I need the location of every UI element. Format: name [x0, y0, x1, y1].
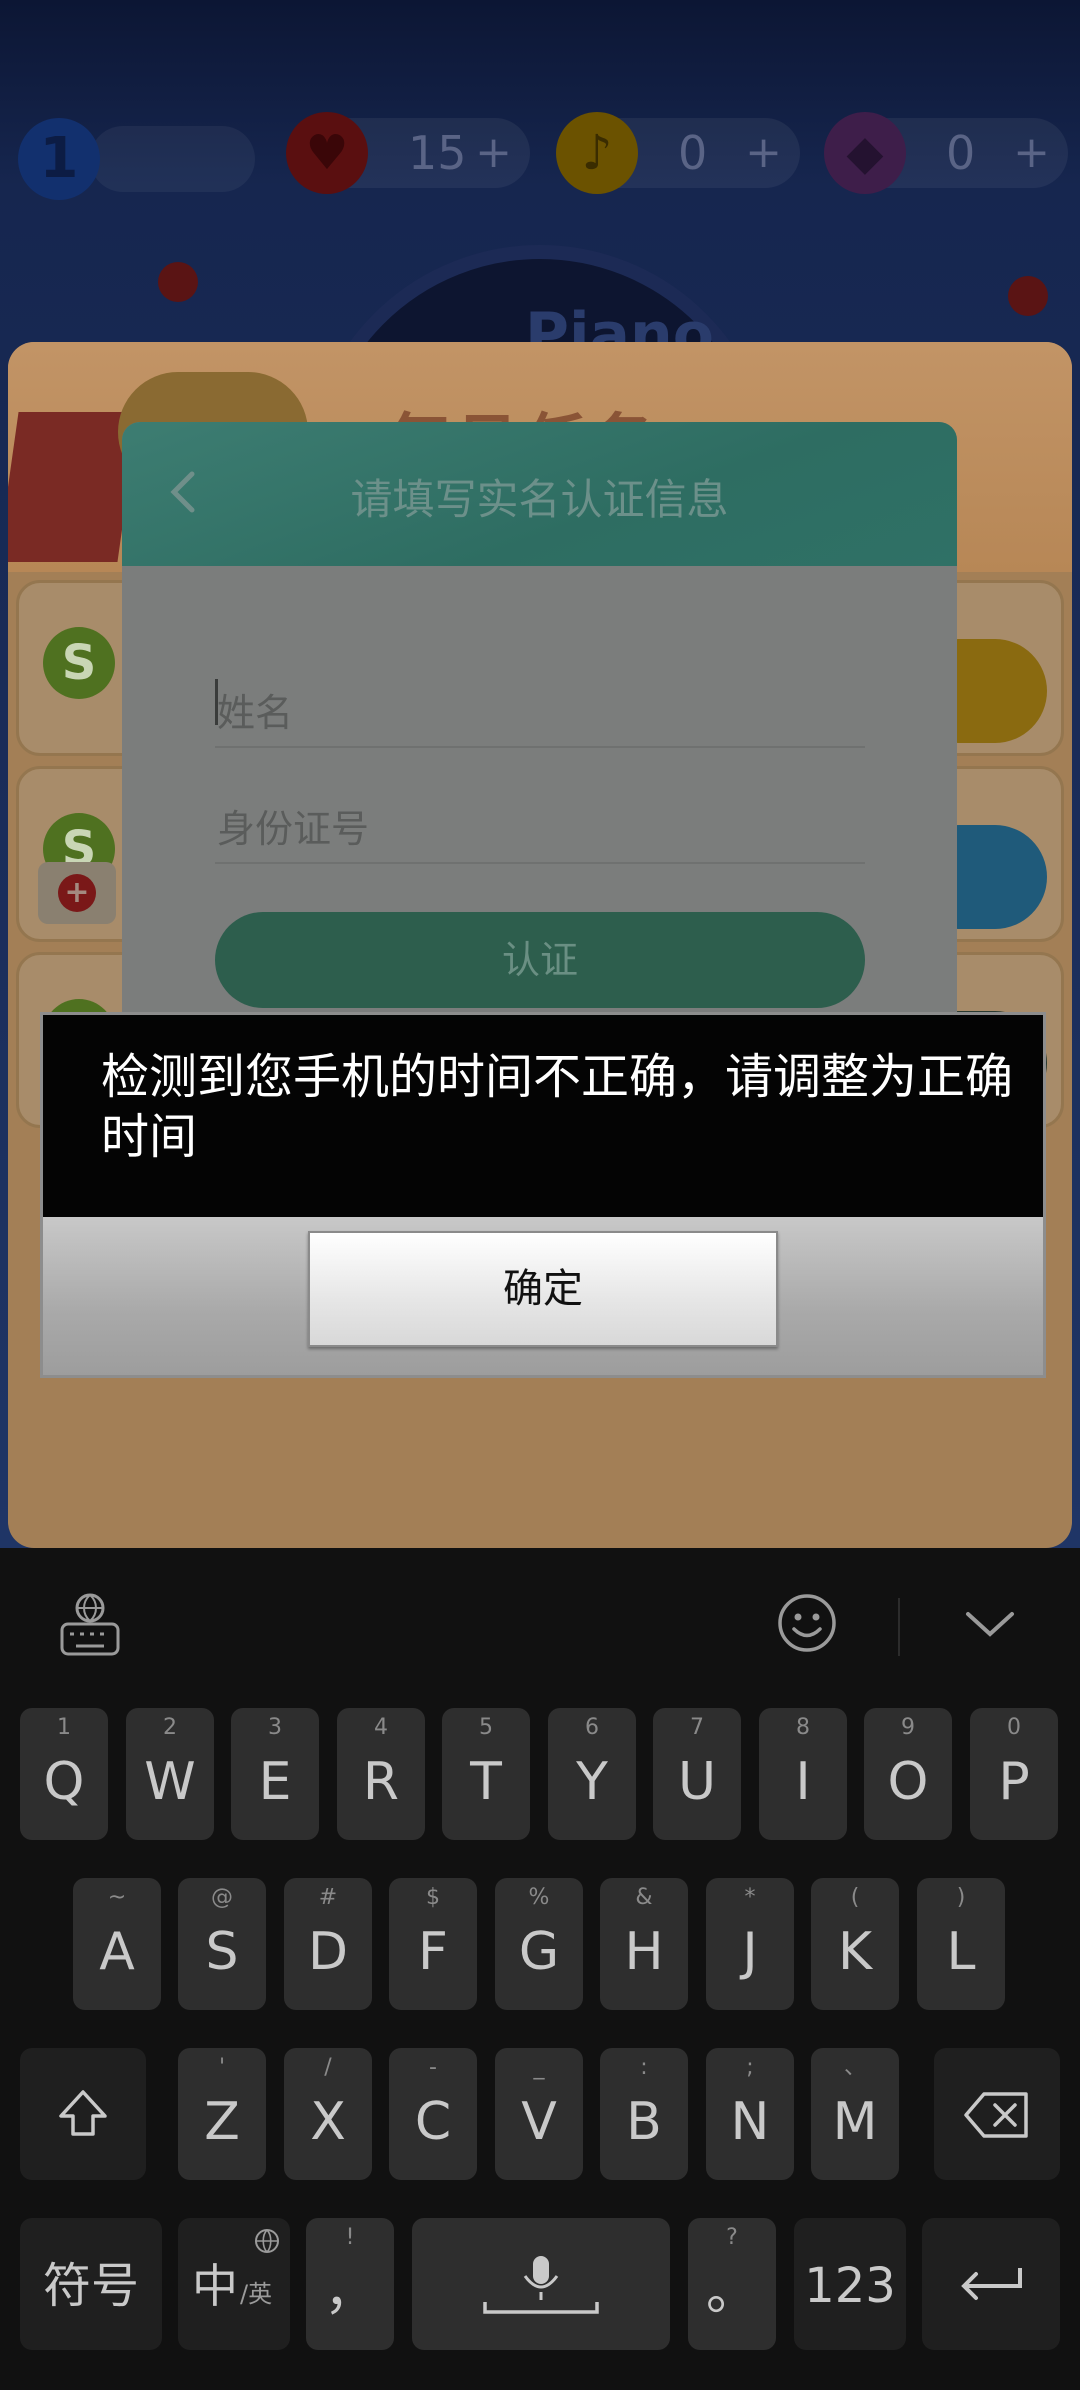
soft-keyboard: 1Q 2W 3E 4R 5T 6Y 7U 8I 9O 0P ~ A @ S # D $… — [0, 1548, 1080, 2390]
key-q[interactable]: 1Q — [20, 1708, 108, 1840]
key-y[interactable]: 6Y — [548, 1708, 636, 1840]
lives-counter[interactable]: ♥ 15 + — [286, 112, 530, 194]
backspace-icon — [964, 2092, 1028, 2138]
diamond-icon: ◆ — [824, 112, 906, 194]
task-s-badge: S — [43, 627, 115, 699]
key-c[interactable]: -C — [389, 2048, 477, 2180]
key-g[interactable]: % G — [495, 1878, 583, 2010]
key-t[interactable]: 5T — [442, 1708, 530, 1840]
key-m[interactable]: 、 M — [811, 2048, 899, 2180]
name-input[interactable]: 姓名 — [215, 658, 865, 748]
lives-value: 15 — [408, 126, 467, 180]
shift-arrow-icon — [59, 2090, 107, 2136]
key-d[interactable]: # D — [284, 1878, 372, 2010]
notes-value: 0 — [678, 126, 708, 180]
calendar-icon — [158, 262, 198, 302]
realname-dialog-header: 请填写实名认证信息 — [122, 422, 957, 566]
key-b[interactable]: :B — [600, 2048, 688, 2180]
keyboard-switch-icon[interactable] — [58, 1592, 122, 1658]
enter-key[interactable] — [922, 2218, 1060, 2350]
key-a[interactable]: ~ A — [73, 1878, 161, 2010]
key-n[interactable]: ; N — [706, 2048, 794, 2180]
alert-footer: 确定 — [43, 1217, 1043, 1375]
key-j[interactable]: * J — [706, 1878, 794, 2010]
diamonds-counter[interactable]: ◆ 0 + — [824, 112, 1068, 194]
realname-dialog: 请填写实名认证信息 姓名 身份证号 认证 — [122, 422, 957, 1032]
key-e[interactable]: 3E — [231, 1708, 319, 1840]
music-note-icon: ♪ — [556, 112, 638, 194]
add-lives-button[interactable]: + — [475, 118, 512, 188]
key-i[interactable]: 8I — [759, 1708, 847, 1840]
add-diamonds-button[interactable]: + — [1013, 118, 1050, 188]
shift-key[interactable] — [20, 2048, 146, 2180]
key-l[interactable]: ) L — [917, 1878, 1005, 2010]
level-badge: 1 — [18, 118, 100, 200]
key-v[interactable]: _ V — [495, 2048, 583, 2180]
key-f[interactable]: $ F — [389, 1878, 477, 2010]
keyboard-toolbar — [0, 1548, 1080, 1698]
key-h[interactable]: & H — [600, 1878, 688, 2010]
microphone-icon — [483, 2256, 599, 2314]
heart-icon: ♥ — [286, 112, 368, 194]
enter-arrow-icon — [961, 2268, 1022, 2300]
toolbar-divider — [898, 1598, 900, 1656]
backspace-key[interactable] — [934, 2048, 1060, 2180]
lang-sub-label: /英 — [240, 2280, 273, 2308]
comma-key[interactable]: ! ， — [306, 2218, 394, 2350]
emoji-icon[interactable] — [776, 1592, 838, 1654]
alert-message-area: 检测到您手机的时间不正确，请调整为正确时间 — [43, 1015, 1043, 1217]
key-p[interactable]: 0P — [970, 1708, 1058, 1840]
notes-counter[interactable]: ♪ 0 + — [556, 112, 800, 194]
hide-keyboard-chevron-icon[interactable] — [962, 1602, 1018, 1646]
alert-message: 检测到您手机的时间不正确，请调整为正确时间 — [101, 1049, 1014, 1165]
key-r[interactable]: 4R — [337, 1708, 425, 1840]
numbers-key[interactable]: 123 — [794, 2218, 906, 2350]
realname-dialog-title: 请填写实名认证信息 — [350, 475, 729, 524]
globe-icon — [255, 2229, 279, 2253]
add-notes-button[interactable]: + — [745, 118, 782, 188]
verify-button[interactable]: 认证 — [215, 912, 865, 1008]
time-error-alert: 检测到您手机的时间不正确，请调整为正确时间 确定 — [40, 1012, 1046, 1378]
space-key[interactable] — [412, 2218, 670, 2350]
key-o[interactable]: 9O — [864, 1708, 952, 1840]
medkit-cross-icon: + — [58, 874, 96, 912]
key-w[interactable]: 2W — [126, 1708, 214, 1840]
level-progress-bar — [90, 126, 255, 192]
key-u[interactable]: 7U — [653, 1708, 741, 1840]
diamonds-value: 0 — [946, 126, 976, 180]
key-z[interactable]: ' Z — [178, 2048, 266, 2180]
key-x[interactable]: / X — [284, 2048, 372, 2180]
key-s[interactable]: @ S — [178, 1878, 266, 2010]
ok-button[interactable]: 确定 — [308, 1231, 778, 1347]
text-cursor — [215, 679, 218, 725]
name-input-placeholder: 姓名 — [217, 691, 294, 735]
notification-dot — [1008, 276, 1048, 316]
key-k[interactable]: (K — [811, 1878, 899, 2010]
language-toggle-key[interactable]: 中 /英 — [178, 2218, 290, 2350]
symbols-key[interactable]: 符号 — [20, 2218, 162, 2350]
period-key[interactable]: ? 。 — [688, 2218, 776, 2350]
id-number-placeholder: 身份证号 — [217, 807, 370, 851]
id-number-input[interactable]: 身份证号 — [215, 774, 865, 864]
